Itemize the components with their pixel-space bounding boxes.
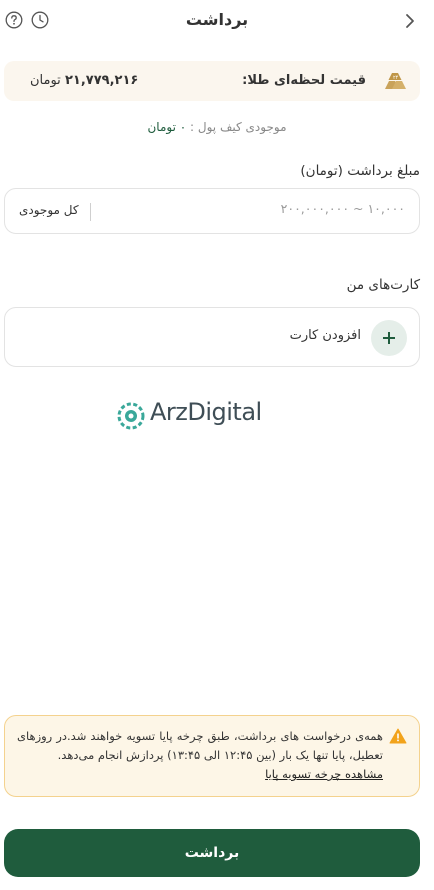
gold-price-label: قیمت لحظه‌ای طلا:: [242, 73, 366, 88]
amount-field: کل موجودی: [4, 188, 420, 234]
gold-price-bar: قیمت لحظه‌ای طلا: ۲۱,۷۷۹,۲۱۶ تومان: [4, 61, 420, 101]
svg-text:۲۴: ۲۴: [393, 75, 399, 81]
gold-price-value: ۲۱,۷۷۹,۲۱۶ تومان: [30, 73, 138, 88]
arzdigital-logo-icon: [117, 402, 145, 430]
header: برداشت: [0, 0, 434, 44]
settlement-notice: همه‌ی درخواست های برداشت، طبق چرخه پایا …: [4, 715, 420, 797]
chevron-right-icon[interactable]: [400, 11, 420, 31]
amount-label: مبلغ برداشت (تومان): [300, 163, 420, 179]
amount-input[interactable]: [155, 201, 405, 216]
settlement-cycle-link[interactable]: مشاهده چرخه تسویه پایا: [265, 767, 383, 781]
divider: [90, 203, 91, 221]
wallet-amount: ۰: [179, 120, 187, 134]
gold-bars-icon: ۲۴: [385, 73, 406, 89]
plus-icon: [371, 320, 407, 356]
wallet-unit: تومان: [147, 120, 176, 134]
withdraw-button[interactable]: برداشت: [4, 829, 420, 877]
my-cards-label: کارت‌های من: [346, 277, 420, 293]
add-card-button[interactable]: افزودن کارت: [4, 307, 420, 367]
gold-price-unit: تومان: [30, 73, 61, 88]
history-icon[interactable]: [31, 11, 49, 29]
notice-text: همه‌ی درخواست های برداشت، طبق چرخه پایا …: [17, 729, 383, 762]
all-balance-button[interactable]: کل موجودی: [19, 203, 79, 217]
add-card-label: افزودن کارت: [289, 328, 361, 343]
warning-icon: [389, 728, 407, 744]
page-title: برداشت: [185, 10, 249, 29]
gold-price-amount: ۲۱,۷۷۹,۲۱۶: [64, 73, 139, 88]
help-icon[interactable]: [5, 11, 23, 29]
watermark-text: ArzDigital: [150, 398, 262, 426]
wallet-label: موجودی کیف پول :: [190, 120, 287, 134]
wallet-balance: موجودی کیف پول : ۰ تومان: [0, 120, 434, 134]
